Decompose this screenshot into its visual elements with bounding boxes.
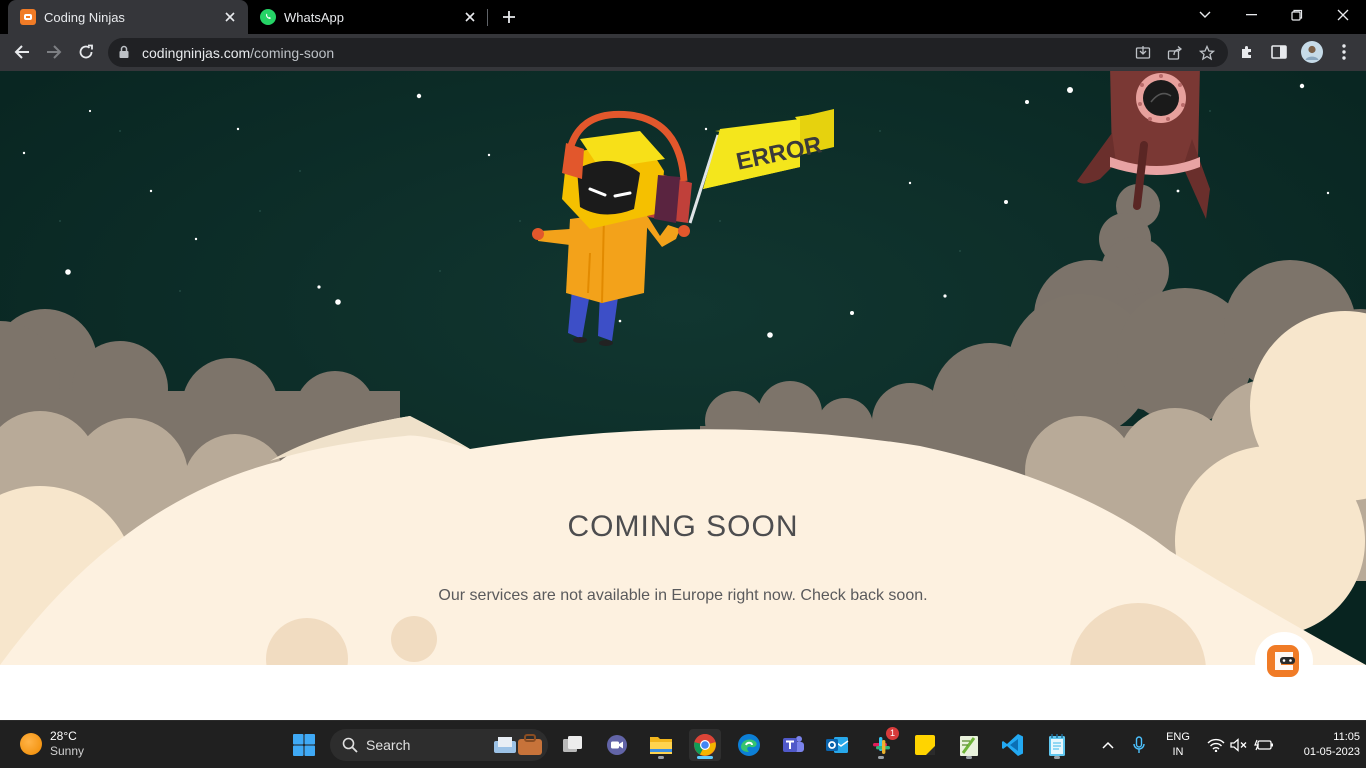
install-app-icon[interactable] [1134,44,1152,62]
coding-ninjas-favicon-icon [20,9,36,25]
tab-strip: Coding Ninjas WhatsApp [0,0,1366,34]
search-highlight-icon [492,733,544,762]
tab-coding-ninjas[interactable]: Coding Ninjas [8,0,248,34]
bookmark-star-icon[interactable] [1198,44,1216,62]
tab-separator [487,9,488,26]
vscode-icon[interactable] [997,729,1029,761]
url-text[interactable]: codingninjas.com/coming-soon [142,45,334,61]
side-panel-icon[interactable] [1265,38,1293,66]
back-arrow-icon[interactable] [8,38,36,66]
teams-icon[interactable] [777,729,809,761]
system-clock[interactable]: 11:05 01-05-2023 [1280,730,1360,760]
task-view-icon[interactable] [557,729,589,761]
microphone-icon[interactable] [1128,721,1150,769]
coming-soon-message: Our services are not available in Europe… [438,587,928,604]
reload-icon[interactable] [72,38,100,66]
running-indicator [1054,756,1060,759]
windows-taskbar: 28°C Sunny Search 1 ENG IN 11:05 01-05-2… [0,720,1366,768]
extensions-puzzle-icon[interactable] [1233,38,1261,66]
tab-whatsapp[interactable]: WhatsApp [248,0,488,34]
share-icon[interactable] [1166,44,1184,62]
browser-toolbar: codingninjas.com/coming-soon [0,34,1366,71]
search-label: Search [366,737,411,753]
weather-temperature: 28°C [50,729,77,743]
lock-icon[interactable] [118,45,130,64]
chrome-icon[interactable] [689,729,721,761]
start-windows-icon[interactable] [288,729,320,761]
meet-video-icon[interactable] [601,729,633,761]
edge-icon[interactable] [733,729,765,761]
restore-icon[interactable] [1274,0,1320,30]
sunny-weather-icon [20,732,42,755]
notepad-plus-icon[interactable] [953,729,985,761]
forward-arrow-icon[interactable] [40,38,68,66]
weather-widget[interactable]: 28°C Sunny [20,729,84,758]
search-icon [342,737,358,758]
close-window-icon[interactable] [1320,0,1366,30]
tab-close-icon[interactable] [220,7,240,27]
tab-title: Coding Ninjas [44,9,125,25]
clock-date: 01-05-2023 [1303,746,1360,758]
language-code: ENG [1166,731,1190,743]
address-bar[interactable]: codingninjas.com/coming-soon [108,38,1228,67]
outlook-icon[interactable] [821,729,853,761]
running-indicator [878,756,884,759]
coming-soon-hero: ERROR COMING SOON Our services are not a… [0,71,1366,665]
tab-search-chevron-icon[interactable] [1182,0,1228,30]
clock-time: 11:05 [1333,731,1360,743]
minimize-icon[interactable] [1228,0,1274,30]
running-indicator [966,756,972,759]
page-viewport: ERROR COMING SOON Our services are not a… [0,71,1366,720]
notification-badge: 1 [886,727,899,740]
more-menu-icon[interactable] [1330,38,1358,66]
url-path: /coming-soon [250,45,335,61]
running-indicator [658,756,664,759]
url-host: codingninjas.com [142,45,251,61]
active-indicator [697,756,713,759]
tab-close-icon[interactable] [460,7,480,27]
taskbar-search-box[interactable]: Search [330,729,548,761]
tab-title: WhatsApp [284,9,344,25]
coming-soon-heading: COMING SOON [567,510,799,543]
chat-support-button[interactable] [1253,632,1315,694]
notepad-icon[interactable] [1041,729,1073,761]
wifi-icon[interactable] [1205,721,1227,769]
sticky-notes-icon[interactable] [909,729,941,761]
language-indicator[interactable]: ENG IN [1162,730,1194,760]
volume-muted-icon[interactable] [1228,721,1250,769]
weather-condition: Sunny [50,744,85,758]
show-hidden-icons-chevron-icon[interactable] [1096,721,1120,769]
slack-icon[interactable]: 1 [865,727,899,761]
whatsapp-favicon-icon [260,9,276,25]
space-scene-illustration: ERROR [0,71,1366,665]
new-tab-plus-icon[interactable] [498,6,520,28]
language-region: IN [1172,746,1184,758]
profile-avatar[interactable] [1298,38,1326,66]
battery-charging-icon[interactable] [1252,721,1276,769]
file-explorer-icon[interactable] [645,729,677,761]
